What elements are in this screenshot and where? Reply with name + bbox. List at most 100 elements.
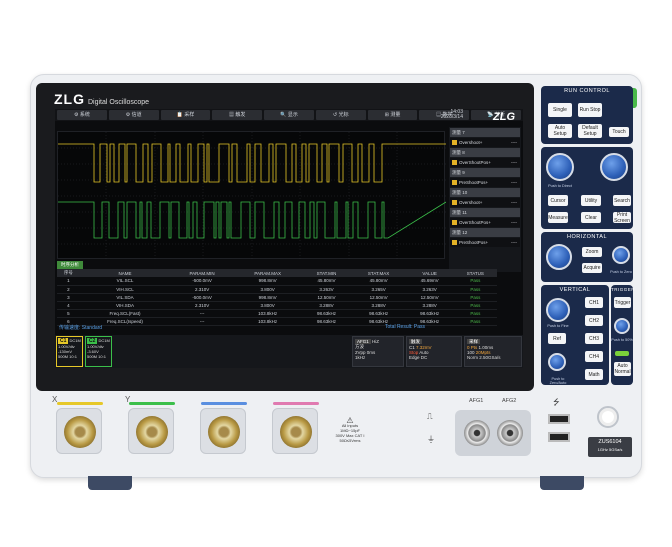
horizontal-position-knob[interactable] (612, 246, 630, 264)
table-row[interactable]: 1 VIL.SCL -500.0mV 998.8mV 45.80mV 45.80mV 45.… (57, 277, 497, 286)
table-cell: -500.0mV (170, 277, 234, 286)
trigger-info[interactable]: 触发 C1 7.32mV Stop Auto Edge DC (406, 336, 462, 367)
usb-icon: ⭍ (553, 398, 560, 407)
horizontal-scale-knob[interactable] (546, 244, 572, 270)
measure-slot-value[interactable]: PreShootPos+ ---- (450, 178, 520, 187)
single-button[interactable]: Single (548, 103, 572, 117)
acquire-button[interactable]: Acquire (582, 263, 602, 273)
measure-slot-header[interactable]: 测量 12 (450, 228, 520, 237)
multipurpose-knob-b[interactable] (600, 153, 628, 181)
table-cell: Freq.SCL(Fast) (79, 309, 171, 318)
trigger-level-knob[interactable] (614, 318, 630, 334)
menu-item-0[interactable]: ⚙ 系统 (57, 110, 107, 120)
channel4-input[interactable] (272, 402, 319, 454)
table-cell: 98.63kHz (405, 309, 454, 318)
power-button[interactable] (597, 406, 619, 428)
search-button[interactable]: Search (613, 195, 631, 206)
trigger-button[interactable]: Trigger (614, 297, 631, 308)
table-cell: 2 (57, 285, 80, 294)
cursor-button[interactable]: Cursor (548, 195, 568, 206)
channel3-input[interactable] (200, 402, 247, 454)
menu-item-1[interactable]: ⚙ 信道 (108, 110, 159, 120)
measure-slot-header[interactable]: 测量 10 (450, 188, 520, 197)
measure-slot-value[interactable]: OverShootPos+ ---- (450, 218, 520, 227)
table-cell: 98.63kHz (301, 317, 352, 326)
table-cell: 3.265V (351, 285, 406, 294)
measure-slot-header[interactable]: 测量 7 (450, 128, 520, 137)
run-stop-button[interactable]: Run Stop (578, 103, 602, 117)
table-row[interactable]: 5 Freq.SCL(Fast) --- 103.8kHz 98.63kHz 98.63k… (57, 309, 497, 318)
vertical-scale-knob[interactable] (546, 298, 570, 322)
ch2-button[interactable]: CH2 (585, 315, 603, 326)
waveform-area[interactable] (57, 131, 447, 260)
menu-item-4[interactable]: 🔍 显示 (264, 110, 314, 120)
default-setup-button[interactable]: Default Setup (578, 124, 602, 138)
measure-slot-value[interactable]: Overshoot+ ---- (450, 138, 520, 147)
multipurpose-knob-a[interactable] (546, 153, 574, 181)
usb-port-2[interactable] (548, 432, 570, 442)
afg2-connector[interactable] (497, 420, 523, 446)
push-fine-hint: Push to Fine (547, 324, 569, 328)
force-indicator (615, 351, 629, 356)
table-cell: 45.69mV (405, 277, 454, 286)
afg-info[interactable]: AFG1 HiZ 方波 2Vpp 0ms 1kHz (352, 336, 404, 367)
table-cell: 5 (57, 309, 80, 318)
afg1-connector[interactable] (464, 420, 490, 446)
menu-item-6[interactable]: ⊞ 测量 (367, 110, 418, 120)
auto-setup-button[interactable]: Auto Setup (548, 124, 572, 138)
table-cell: Pass (453, 277, 497, 286)
measure-slot-header[interactable]: 测量 8 (450, 148, 520, 157)
total-result: Total Result: Pass (385, 324, 426, 330)
table-row[interactable]: 2 VIH.SCL 2.310V 3.800V 3.263V 3.265V 3.263V Pa… (57, 285, 497, 294)
table-cell: 2.310V (170, 301, 234, 310)
ch3-button[interactable]: CH3 (585, 333, 603, 344)
tab-timing-analysis[interactable]: 时序分析 (57, 261, 83, 269)
measure-slot-value[interactable]: Overshoot+ ---- (450, 198, 520, 207)
table-cell: 103.8kHz (233, 317, 302, 326)
zoom-button[interactable]: Zoom (582, 247, 602, 257)
menu-item-3[interactable]: ▦ 触发 (212, 110, 263, 120)
measure-slot-header[interactable]: 测量 9 (450, 168, 520, 177)
vertical-position-knob[interactable] (548, 353, 566, 371)
acquire-info[interactable]: 采样 0 Pts 1.00ms 100 20Mpts Norm 2.50GSa/… (464, 336, 522, 367)
table-row[interactable]: 6 Freq.SCL(Ispeed) --- 103.8kHz 98.63kHz 98.6… (57, 317, 497, 326)
channel1-info[interactable]: C1 DC1M 1.00V/div -130mV 500M 10:1 (56, 336, 83, 367)
table-header: PARAM.MAX (233, 269, 302, 277)
table-cell: Pass (453, 293, 497, 302)
ch4-button[interactable]: CH4 (585, 351, 603, 362)
table-cell: 998.8mV (233, 277, 302, 286)
model-badge: ZUS6104 1GHz 5GSa/s (588, 437, 632, 457)
ref-button[interactable]: Ref (548, 333, 566, 344)
print-screen-button[interactable]: Print Screen (613, 212, 631, 224)
utility-button[interactable]: Utility (581, 195, 601, 206)
measure-slot-value[interactable]: PreShootPos+ ---- (450, 238, 520, 247)
measurement-panel[interactable]: 测量 7 Overshoot+ ---- 测量 8 OverShootPos+ ---- 测… (449, 127, 521, 272)
table-header: PARAM.MIN (170, 269, 234, 277)
table-cell: 45.80mV (351, 277, 406, 286)
measure-slot-value[interactable]: OverShootPos+ ---- (450, 158, 520, 167)
touch-button[interactable]: Touch (609, 127, 629, 137)
menu-item-5[interactable]: ↺ 光标 (315, 110, 366, 120)
ch1-button[interactable]: CH1 (585, 297, 603, 308)
math-button[interactable]: Math (585, 369, 603, 380)
measure-slot-header[interactable]: 测量 11 (450, 208, 520, 217)
brand-logo: ZLG Digital Oscilloscope (54, 91, 150, 107)
channel2-info[interactable]: C2 DC1M 1.00V/div -3.60V 500M 10:1 (85, 336, 112, 367)
clear-button[interactable]: Clear (581, 212, 601, 223)
auto-normal-button[interactable]: Auto Normal (614, 362, 631, 376)
table-row[interactable]: 4 VIH.SDA 2.310V 3.800V 3.288V 3.288V 3.288V Pa… (57, 301, 497, 310)
menu-item-2[interactable]: 📋 采样 (160, 110, 211, 120)
channel1-input[interactable] (56, 402, 103, 454)
transfer-speed: 传输速度: Standard (59, 325, 103, 331)
table-header: STAT.MIN (301, 269, 352, 277)
table-cell: 12.50mV (405, 293, 454, 302)
channel2-input[interactable] (128, 402, 175, 454)
measure-button[interactable]: Measure (548, 212, 568, 223)
table-cell: 3.263V (301, 285, 352, 294)
usb-port-1[interactable] (548, 414, 570, 424)
display-screen: ⚙ 系统 ⚙ 信道 📋 采样 ▦ 触发 🔍 显示 ↺ 光标 ⊞ 测量 ▤ 数学 📡 分析 14:… (55, 109, 523, 368)
table-cell: 98.63kHz (301, 309, 352, 318)
table-cell: Pass (453, 285, 497, 294)
table-cell: 3.288V (301, 301, 352, 310)
table-row[interactable]: 3 VIL.SDA -500.0mV 998.8mV 12.50mV 12.50mV 12.… (57, 293, 497, 302)
